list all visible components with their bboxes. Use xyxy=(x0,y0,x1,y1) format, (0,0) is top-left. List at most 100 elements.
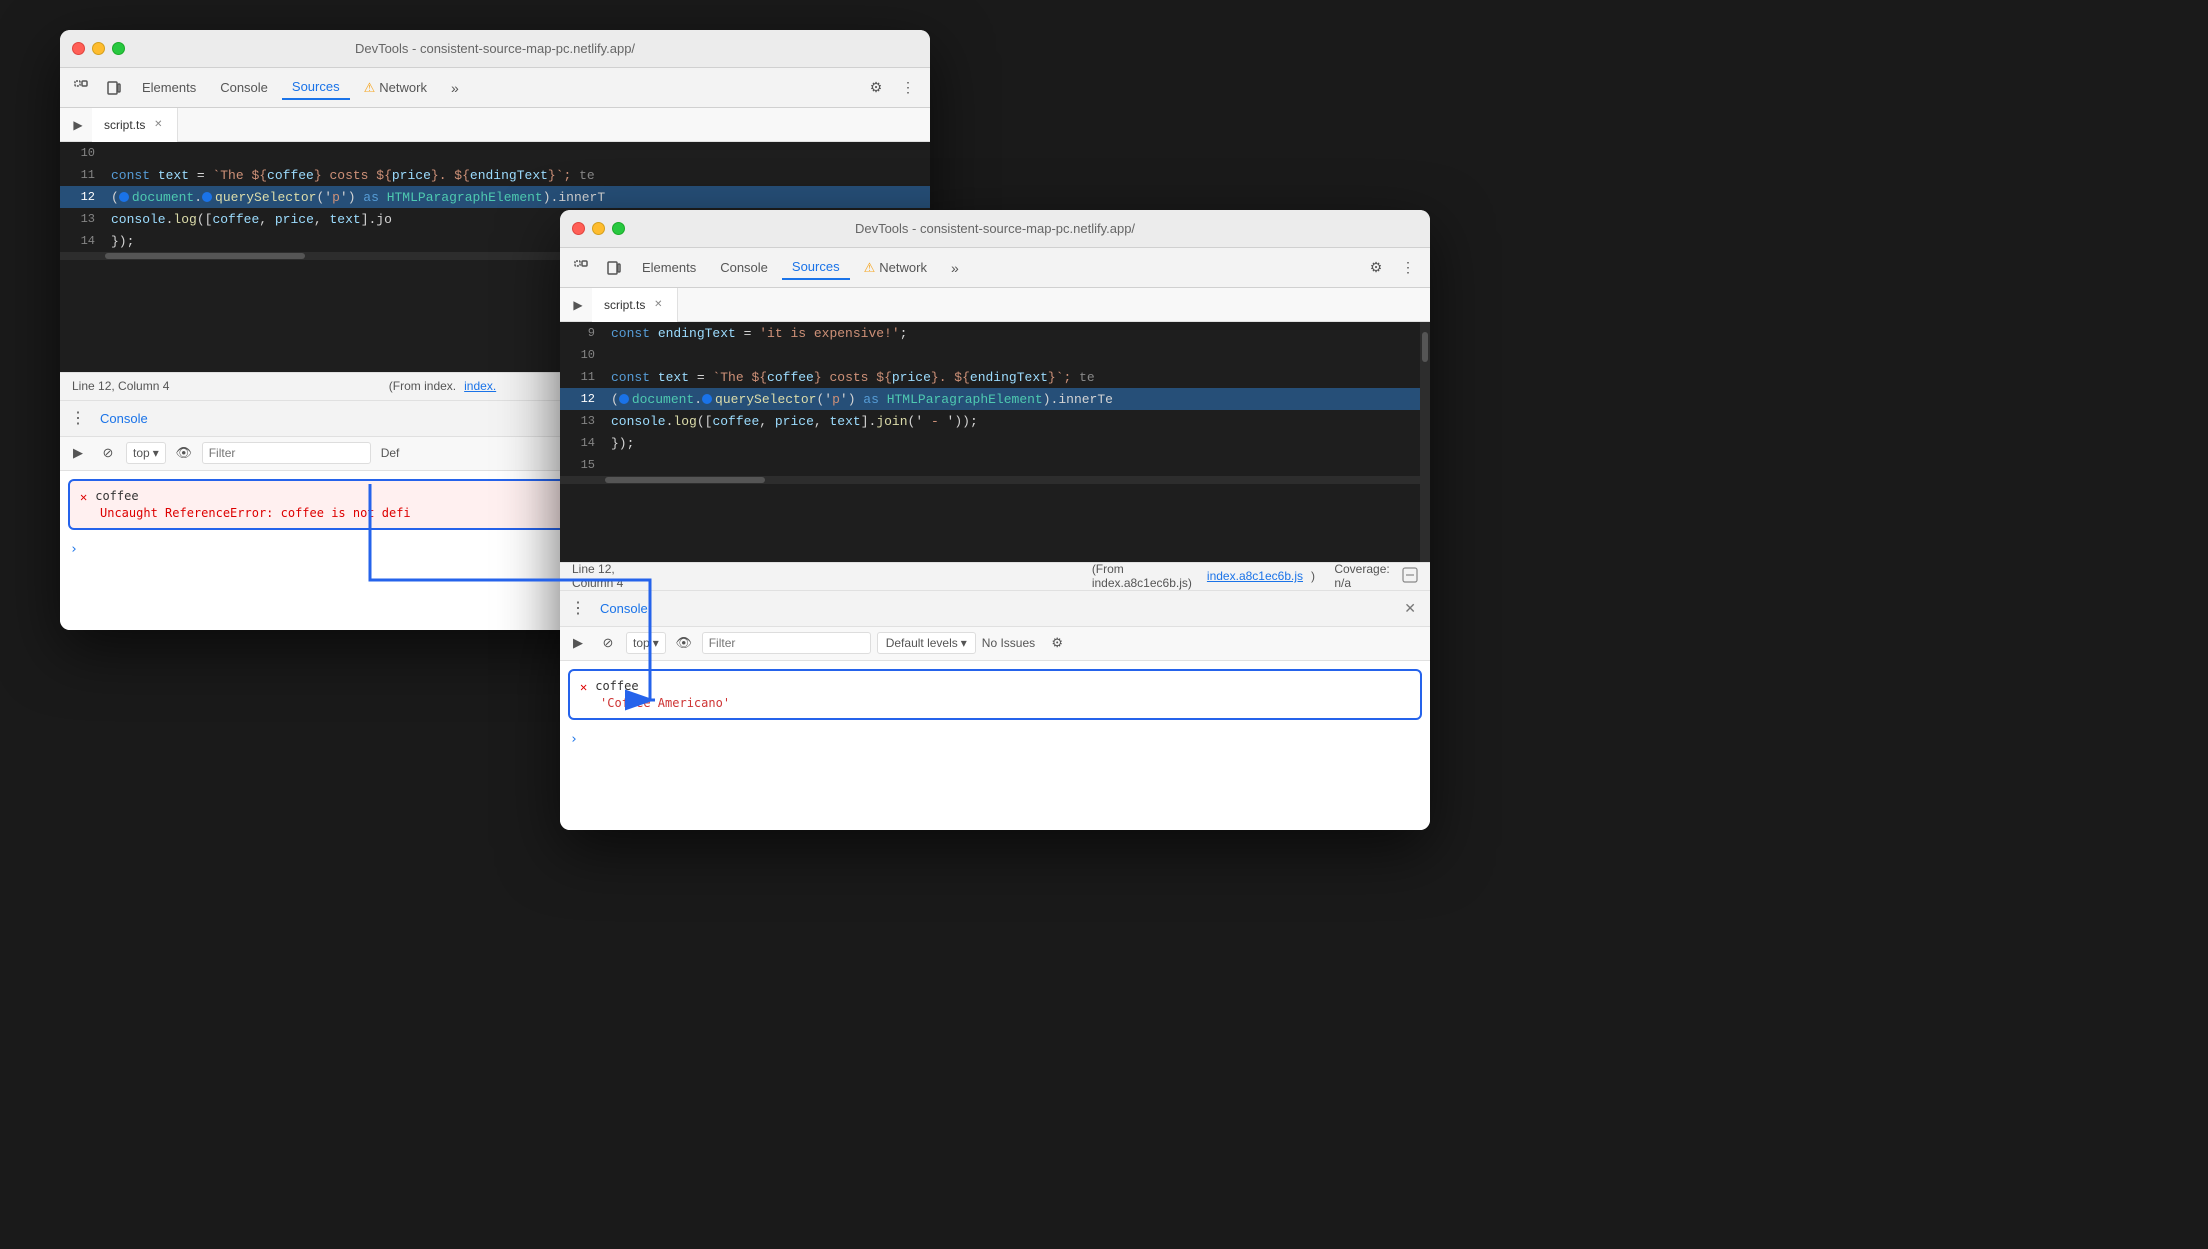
no-issues-badge: No Issues xyxy=(982,636,1035,650)
success-value-front: 'Coffee Americano' xyxy=(600,696,1410,710)
error-x-icon-front: ✕ xyxy=(580,680,587,694)
more-options-icon-back[interactable]: ⋮ xyxy=(894,74,922,102)
default-label-back: Def xyxy=(381,446,400,460)
file-tab-front[interactable]: script.ts ✕ xyxy=(592,288,678,322)
more-options-icon-front[interactable]: ⋮ xyxy=(1394,254,1422,282)
code-line-15-front: 15 xyxy=(560,454,1430,476)
title-bar-front: DevTools - consistent-source-map-pc.netl… xyxy=(560,210,1430,248)
console-dots-back[interactable]: ⋮ xyxy=(68,408,88,428)
execute-icon-back[interactable]: ▶ xyxy=(66,441,90,465)
settings-icon-back[interactable]: ⚙ xyxy=(862,74,890,102)
chevron-down-icon-default: ▾ xyxy=(961,636,967,650)
line-col-front: Line 12, Column 4 xyxy=(572,562,649,590)
index-link-back[interactable]: index. xyxy=(464,379,496,393)
traffic-lights-front xyxy=(572,222,625,235)
execute-icon-front[interactable]: ▶ xyxy=(566,631,590,655)
console-filter-back[interactable] xyxy=(202,442,371,464)
console-dots-front[interactable]: ⋮ xyxy=(568,598,588,618)
code-line-11: 11 const text = `The ${coffee} costs ${p… xyxy=(60,164,930,186)
file-tab-name-front: script.ts xyxy=(604,298,645,312)
settings-icon-console-front[interactable]: ⚙ xyxy=(1045,631,1069,655)
coverage-icon xyxy=(1402,567,1418,583)
tab-console-front[interactable]: Console xyxy=(710,256,778,279)
coverage-label: Coverage: n/a xyxy=(1334,562,1394,590)
title-bar-back: DevTools - consistent-source-map-pc.netl… xyxy=(60,30,930,68)
code-line-14-front: 14 }); xyxy=(560,432,1430,454)
traffic-lights-back xyxy=(72,42,125,55)
error-x-icon-back: ✕ xyxy=(80,490,87,504)
devtools-toolbar-front: Elements Console Sources ⚠ Network » ⚙ ⋮ xyxy=(560,248,1430,288)
chevron-down-icon-front: ▾ xyxy=(653,636,659,650)
console-filter-front[interactable] xyxy=(702,632,871,654)
tab-elements-back[interactable]: Elements xyxy=(132,76,206,99)
file-tab-bar-back: ▶ script.ts ✕ xyxy=(60,108,930,142)
code-line-10: 10 xyxy=(60,142,930,164)
tab-console-back[interactable]: Console xyxy=(210,76,278,99)
sidebar-toggle-front[interactable]: ▶ xyxy=(564,291,592,319)
maximize-button[interactable] xyxy=(112,42,125,55)
code-line-10-front: 10 xyxy=(560,344,1430,366)
code-area-front: 9 const endingText = 'it is expensive!';… xyxy=(560,322,1430,562)
top-selector-back[interactable]: top ▾ xyxy=(126,442,166,464)
file-tab-back[interactable]: script.ts ✕ xyxy=(92,108,178,142)
close-button-front[interactable] xyxy=(572,222,585,235)
file-tab-bar-front: ▶ script.ts ✕ xyxy=(560,288,1430,322)
clear-icon-front[interactable]: ⊘ xyxy=(596,631,620,655)
code-line-12-front: 12 (document.querySelector('p') as HTMLP… xyxy=(560,388,1430,410)
file-tab-close-front[interactable]: ✕ xyxy=(651,298,665,312)
code-line-13-front: 13 console.log([coffee, price, text].joi… xyxy=(560,410,1430,432)
from-label-front: (From index.a8c1ec6b.js) xyxy=(1092,562,1199,590)
vertical-scrollbar-front[interactable] xyxy=(1420,322,1430,562)
inspect-icon[interactable] xyxy=(68,74,96,102)
success-entry-front: ✕ coffee 'Coffee Americano' xyxy=(568,669,1422,720)
device-icon[interactable] xyxy=(100,74,128,102)
chevron-down-icon-back: ▾ xyxy=(153,446,159,460)
cursor-front xyxy=(584,732,586,746)
code-line-12-back: 12 (document.querySelector('p') as HTMLP… xyxy=(60,186,930,208)
more-tabs-icon-front[interactable]: » xyxy=(941,254,969,282)
console-header-front: ⋮ Console ✕ xyxy=(560,591,1430,627)
console-prompt-front: › xyxy=(560,728,1430,751)
toolbar-right-front: ⚙ ⋮ xyxy=(1362,254,1422,282)
code-line-11-front: 11 const text = `The ${coffee} costs ${p… xyxy=(560,366,1430,388)
prompt-arrow-front: › xyxy=(570,732,578,747)
tab-network-back[interactable]: ⚠ Network xyxy=(354,76,437,100)
tab-sources-back[interactable]: Sources xyxy=(282,75,350,100)
console-tab-back[interactable]: Console xyxy=(92,409,156,428)
clear-icon-back[interactable]: ⊘ xyxy=(96,441,120,465)
console-toolbar-front: ▶ ⊘ top ▾ 👁 Default levels ▾ No Issues ⚙ xyxy=(560,627,1430,661)
minimize-button[interactable] xyxy=(92,42,105,55)
console-close-front[interactable]: ✕ xyxy=(1398,598,1422,619)
sidebar-toggle-back[interactable]: ▶ xyxy=(64,111,92,139)
eye-icon-back[interactable]: 👁 xyxy=(172,441,196,465)
devtools-window-front: DevTools - consistent-source-map-pc.netl… xyxy=(560,210,1430,830)
top-selector-front[interactable]: top ▾ xyxy=(626,632,666,654)
index-link-front[interactable]: index.a8c1ec6b.js xyxy=(1207,569,1303,583)
tab-sources-front[interactable]: Sources xyxy=(782,255,850,280)
close-button[interactable] xyxy=(72,42,85,55)
eye-icon-front[interactable]: 👁 xyxy=(672,631,696,655)
more-tabs-icon[interactable]: » xyxy=(441,74,469,102)
error-title-back: coffee xyxy=(95,489,138,503)
code-line-9-front: 9 const endingText = 'it is expensive!'; xyxy=(560,322,1430,344)
device-icon-front[interactable] xyxy=(600,254,628,282)
devtools-toolbar-back: Elements Console Sources ⚠ Network » ⚙ ⋮ xyxy=(60,68,930,108)
toolbar-right-back: ⚙ ⋮ xyxy=(862,74,922,102)
maximize-button-front[interactable] xyxy=(612,222,625,235)
warning-icon-front: ⚠ xyxy=(864,260,876,276)
file-tab-name-back: script.ts xyxy=(104,118,145,132)
line-col-back: Line 12, Column 4 xyxy=(72,379,169,393)
console-tab-front[interactable]: Console xyxy=(592,599,656,618)
from-label-back: (From index. xyxy=(389,379,456,393)
horizontal-scrollbar-front[interactable] xyxy=(560,476,1430,484)
tab-elements-front[interactable]: Elements xyxy=(632,256,706,279)
success-title-front: coffee xyxy=(595,679,638,693)
warning-icon: ⚠ xyxy=(364,80,376,96)
settings-icon-front[interactable]: ⚙ xyxy=(1362,254,1390,282)
default-levels-front[interactable]: Default levels ▾ xyxy=(877,632,976,654)
file-tab-close-back[interactable]: ✕ xyxy=(151,118,165,132)
prompt-arrow-back: › xyxy=(70,542,78,557)
tab-network-front[interactable]: ⚠ Network xyxy=(854,256,937,280)
inspect-icon-front[interactable] xyxy=(568,254,596,282)
minimize-button-front[interactable] xyxy=(592,222,605,235)
